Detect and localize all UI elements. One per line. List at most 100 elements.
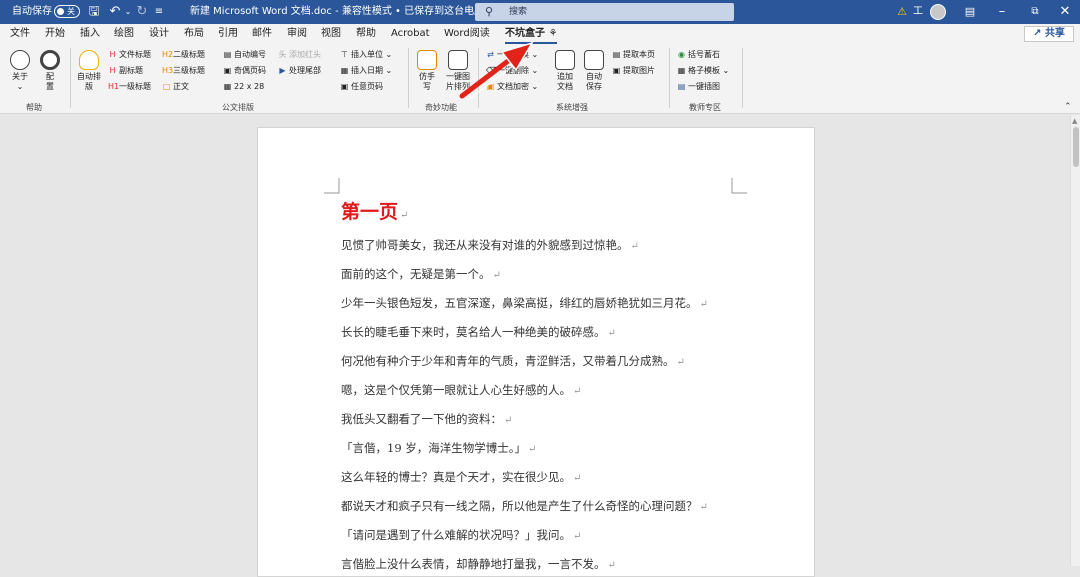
heading-icon: H2 [162,50,174,59]
tab-7[interactable]: 邮件 [252,24,272,44]
paragraph[interactable]: 言偕脸上没什么表情，却静静地打量我，一言不发。 ↵ [341,556,616,572]
undo-dropdown-icon[interactable]: ⌄ [123,0,133,24]
tab-8[interactable]: 审阅 [287,24,307,44]
paragraph[interactable]: 「言偕，19 岁，海洋生物学博士。」 ↵ [341,440,536,456]
grid-button[interactable]: ▦ 22 x 28 [223,82,264,92]
paragraph[interactable]: 嗯，这是个仅凭第一眼就让人心生好感的人。 ↵ [341,382,581,398]
about-button[interactable]: 关于 ⌄ [8,50,32,92]
h3-button[interactable]: H3三级标题 [162,66,205,76]
vertical-scrollbar[interactable]: ▲ [1070,115,1080,566]
paragraph[interactable]: 这么年轻的博士？真是个天才，实在很少见。 ↵ [341,469,581,485]
redo-icon[interactable]: ↻ [134,0,150,24]
grid-template-button[interactable]: ▦ 格子模板 ⌄ [677,66,730,76]
sub-title-button[interactable]: H 副标题 [108,66,143,76]
customize-qat-icon[interactable]: ≡ [153,0,165,24]
tab-0[interactable]: 文件 [10,24,30,44]
paragraph[interactable]: 见惯了帅哥美女，我还从来没有对谁的外貌感到过惊艳。 ↵ [341,237,639,253]
paragraph-text: 何况他有种介于少年和青年的气质，青涩鲜活，又带着几分成熟。 [341,354,675,368]
insert-date-button[interactable]: ▦ 插入日期 ⌄ [340,66,393,76]
about-icon [10,50,30,70]
paragraph[interactable]: 面前的这个，无疑是第一个。 ↵ [341,266,501,282]
paragraph[interactable]: 都说天才和疯子只有一线之隔，所以他是产生了什么奇怪的心理问题？ ↵ [341,498,708,514]
body-button[interactable]: □ 正文 [162,82,189,92]
page-number-icon: ▣ [340,82,349,91]
collapse-ribbon-icon[interactable]: ⌃ [1064,102,1072,112]
bracket-button[interactable]: ◉ 括号蓄石 [677,50,720,60]
paragraph-mark: ↵ [699,502,708,513]
any-page-button[interactable]: ▣ 任意页码 [340,82,383,92]
autosave-toggle[interactable]: 关 [54,5,80,18]
restore-icon[interactable]: ⧉ [1028,0,1042,24]
paragraph-mark: ↵ [400,210,409,221]
undo-icon[interactable]: ↶ [107,0,123,24]
image-icon [448,50,468,70]
paragraph-mark: ↵ [504,415,513,426]
number-icon: ▤ [223,50,232,59]
search-box[interactable]: ⚲ 搜索 [475,3,734,21]
heading-text: 第一页 [341,201,399,223]
tab-12[interactable]: Word阅读 [444,24,490,44]
user-name[interactable]: 工 [913,0,923,24]
handwrite-button[interactable]: 仿手 写 [414,50,440,92]
odd-even-button[interactable]: ▣ 奇偶页码 [223,66,266,76]
paragraph-mark: ↵ [699,299,708,310]
extract-image-button[interactable]: ▣ 提取图片 [612,66,655,76]
heading-icon: H [109,66,116,75]
paragraph[interactable]: 我低头又翻看了一下他的资料： ↵ [341,411,512,427]
paragraph[interactable]: 何况他有种介于少年和青年的气质，青涩鲜活，又带着几分成熟。 ↵ [341,353,685,369]
grid-template-icon: ▦ [677,66,686,75]
insert-unit-button[interactable]: ⊤ 插入单位 ⌄ [340,50,392,60]
tab-2[interactable]: 插入 [80,24,100,44]
paragraph-text: 都说天才和疯子只有一线之隔，所以他是产生了什么奇怪的心理问题？ [341,499,698,513]
h1-button[interactable]: H1一级标题 [108,82,151,92]
minimize-icon[interactable]: – [995,0,1009,24]
image-arrange-button[interactable]: 一键图 片排列 [444,50,472,92]
auto-number-button[interactable]: ▤ 自动编号 [223,50,266,60]
scroll-up-icon[interactable]: ▲ [1072,117,1077,125]
document-heading[interactable]: 第一页 ↵ [341,197,408,224]
config-button[interactable]: 配 置 [38,50,62,92]
tab-11[interactable]: Acrobat [391,24,430,44]
tab-5[interactable]: 布局 [184,24,204,44]
tab-6[interactable]: 引用 [218,24,238,44]
paragraph[interactable]: 少年一头银色短发，五官深邃，鼻梁高挺，绯红的唇娇艳犹如三月花。 ↵ [341,295,708,311]
group-label-magic: 奇妙功能 [425,103,457,112]
save-icon[interactable]: 🖫 [86,0,102,24]
tab-1[interactable]: 开始 [45,24,65,44]
group-divider [408,48,409,108]
group-label-official: 公文排版 [222,103,254,112]
paragraph-text: 言偕脸上没什么表情，却静静地打量我，一言不发。 [341,557,606,571]
paragraph[interactable]: 长长的睫毛垂下来时，莫名给人一种绝美的破碎感。 ↵ [341,324,616,340]
add-header-button[interactable]: 头添加红头 [278,50,322,60]
autosave-state: 关 [67,7,75,16]
ribbon-display-icon[interactable]: ▤ [963,0,977,24]
text-icon: □ [162,82,171,91]
avatar[interactable] [930,4,946,20]
heading-icon: H1 [108,82,120,91]
share-button[interactable]: ↗ 共享 [1024,26,1074,42]
tab-4[interactable]: 设计 [149,24,169,44]
autosave-button[interactable]: 自动 保存 [582,50,606,92]
paragraph[interactable]: 「请问是遇到了什么难解的状况吗？」我问。 ↵ [341,527,581,543]
close-icon[interactable]: ✕ [1058,0,1072,24]
append-doc-button[interactable]: 追加 文档 [553,50,577,92]
paragraph-text: 长长的睫毛垂下来时，莫名给人一种绝美的破碎感。 [341,325,606,339]
document-title[interactable]: 新建 Microsoft Word 文档.doc - 兼容性模式 • 已保存到这… [190,0,496,24]
tab-3[interactable]: 绘图 [114,24,134,44]
paragraph-mark: ↵ [528,444,537,455]
file-title-button[interactable]: H 文件标题 [108,50,151,60]
auto-layout-button[interactable]: 自动排 版 [74,50,104,92]
extract-page-button[interactable]: ▤ 提取本页 [612,50,655,60]
tab-10[interactable]: 帮助 [356,24,376,44]
delete-button[interactable]: ⌫一键删除 ⌄ [486,66,538,76]
process-tail-button[interactable]: ▶ 处理尾部 [278,66,321,76]
tab-9[interactable]: 视图 [321,24,341,44]
tab-13[interactable]: 不坑盒子 ⚘ [505,24,558,44]
replace-button[interactable]: ⇄ 一键替换 ⌄ [486,50,538,60]
scroll-thumb[interactable] [1073,127,1079,167]
warning-icon[interactable]: ⚠ [895,0,909,24]
insert-image-button[interactable]: ▤ 一键插图 [677,82,720,92]
encrypt-button[interactable]: ▣ 文档加密 ⌄ [486,82,539,92]
h2-button[interactable]: H2二级标题 [162,50,205,60]
handwrite-icon [417,50,437,70]
